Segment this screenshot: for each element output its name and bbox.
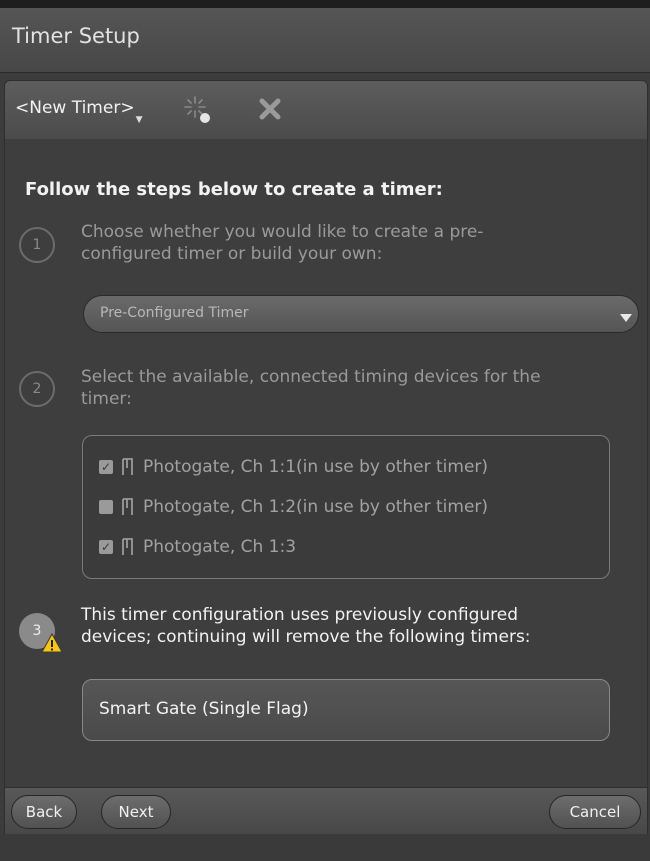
chevron-down-icon: [620, 314, 632, 322]
device-item[interactable]: ✓ Photogate, Ch 1:1(in use by other time…: [99, 452, 488, 482]
step-2-text: Select the available, connected timing d…: [81, 366, 541, 410]
warning-icon: [41, 633, 63, 653]
device-label: Photogate, Ch 1:2(in use by other timer): [143, 497, 489, 517]
device-checkbox[interactable]: ✓: [99, 460, 113, 474]
step-2-line-2: timer:: [81, 389, 132, 409]
device-list: ✓ Photogate, Ch 1:1(in use by other time…: [82, 435, 610, 579]
next-button[interactable]: Next: [101, 795, 171, 829]
photogate-icon: [122, 498, 133, 515]
timer-type-select[interactable]: Pre-Configured Timer: [83, 295, 639, 333]
timer-select-label: <New Timer>: [15, 98, 135, 118]
toolbar: <New Timer> ▼: [4, 80, 648, 140]
footer-bar: Back Next Cancel: [4, 787, 648, 835]
step-2-line-1: Select the available, connected timing d…: [81, 367, 541, 387]
device-item[interactable]: Photogate, Ch 1:2(in use by other timer): [99, 492, 488, 522]
step-1-line-2: configured timer or build your own:: [81, 244, 383, 264]
checkmark-icon: ✓: [100, 460, 112, 474]
back-button[interactable]: Back: [11, 795, 77, 829]
cancel-button[interactable]: Cancel: [549, 795, 641, 829]
window-bottom-edge: [0, 834, 650, 861]
device-checkbox[interactable]: [99, 500, 113, 514]
step-3-line-2: devices; continuing will remove the foll…: [81, 627, 531, 647]
device-item[interactable]: ✓ Photogate, Ch 1:3: [99, 532, 296, 562]
title-bar: Timer Setup: [0, 8, 650, 73]
new-timer-icon[interactable]: [181, 93, 215, 127]
page-heading: Follow the steps below to create a timer…: [25, 179, 443, 200]
step-3-line-1: This timer configuration uses previously…: [81, 605, 518, 625]
chevron-down-icon: ▼: [135, 115, 143, 125]
photogate-icon: [122, 538, 133, 555]
timer-type-value: Pre-Configured Timer: [100, 305, 249, 321]
timer-setup-window: Timer Setup <New Timer> ▼ Follow the ste…: [0, 0, 650, 861]
photogate-icon: [122, 458, 133, 475]
checkmark-icon: ✓: [100, 540, 112, 554]
step-1-text: Choose whether you would like to create …: [81, 221, 483, 265]
step-1-number: 1: [32, 237, 42, 253]
step-2-number: 2: [32, 381, 42, 397]
window-title: Timer Setup: [12, 24, 140, 48]
step-1-badge: 1: [19, 227, 55, 263]
timer-select-dropdown[interactable]: <New Timer> ▼: [15, 98, 143, 125]
main-content: Follow the steps below to create a timer…: [4, 139, 648, 787]
device-label: Photogate, Ch 1:1(in use by other timer): [143, 457, 489, 477]
removed-timers-box: Smart Gate (Single Flag): [82, 679, 610, 741]
device-label: Photogate, Ch 1:3: [143, 537, 297, 557]
removed-timer-label: Smart Gate (Single Flag): [99, 699, 309, 719]
step-3-text: This timer configuration uses previously…: [81, 604, 641, 648]
step-2-badge: 2: [19, 371, 55, 407]
window-top-edge: [0, 0, 650, 8]
step-1-line-1: Choose whether you would like to create …: [81, 222, 484, 242]
device-checkbox[interactable]: ✓: [99, 540, 113, 554]
close-icon[interactable]: [255, 94, 285, 124]
